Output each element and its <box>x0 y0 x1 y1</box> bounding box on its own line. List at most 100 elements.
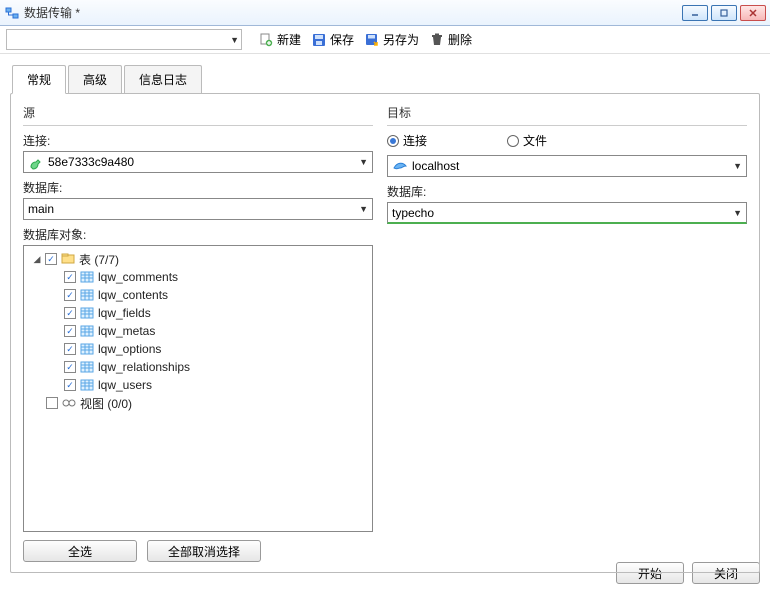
table-icon <box>79 269 95 285</box>
select-all-label: 全选 <box>68 543 92 560</box>
tree-node-table-label: lqw_relationships <box>98 360 190 374</box>
source-connection-value: 58e7333c9a480 <box>48 155 359 169</box>
source-database-select[interactable]: main ▼ <box>23 198 373 220</box>
target-connection-value: localhost <box>412 159 733 173</box>
radio-icon <box>387 135 399 147</box>
select-all-button[interactable]: 全选 <box>23 540 137 562</box>
tab-log-label: 信息日志 <box>139 73 187 87</box>
folder-icon <box>60 251 76 267</box>
target-database-label: 数据库: <box>387 183 747 200</box>
divider <box>387 125 747 126</box>
tree-node-table-label: lqw_fields <box>98 306 151 320</box>
radio-file-label: 文件 <box>523 132 547 149</box>
new-label: 新建 <box>277 31 301 48</box>
tab-log[interactable]: 信息日志 <box>124 65 202 94</box>
tree-node-table-label: lqw_users <box>98 378 152 392</box>
target-database-value: typecho <box>392 206 733 220</box>
tree-node-views-label: 视图 (0/0) <box>80 395 132 412</box>
source-database-label: 数据库: <box>23 179 373 196</box>
new-icon <box>258 32 274 48</box>
target-connection-select[interactable]: localhost ▼ <box>387 155 747 177</box>
source-objects-label: 数据库对象: <box>23 226 373 243</box>
tab-general[interactable]: 常规 <box>12 65 66 94</box>
maximize-button[interactable] <box>711 5 737 21</box>
radio-connection[interactable]: 连接 <box>387 132 427 149</box>
tree-node-table[interactable]: lqw_metas <box>28 322 368 340</box>
tree-node-views[interactable]: 视图 (0/0) <box>28 394 368 412</box>
source-title: 源 <box>23 104 373 121</box>
target-title: 目标 <box>387 104 747 121</box>
delete-label: 删除 <box>448 31 472 48</box>
expander-icon[interactable]: ◢ <box>32 254 42 264</box>
checkbox[interactable] <box>45 253 57 265</box>
deselect-all-label: 全部取消选择 <box>168 543 240 560</box>
saveas-icon <box>364 32 380 48</box>
views-icon <box>61 395 77 411</box>
tabs: 常规 高级 信息日志 <box>12 64 770 93</box>
divider <box>23 125 373 126</box>
tree-node-table-label: lqw_comments <box>98 270 178 284</box>
tree-node-tables-label: 表 (7/7) <box>79 251 119 268</box>
minimize-button[interactable] <box>682 5 708 21</box>
titlebar: 数据传输 * <box>0 0 770 26</box>
chevron-down-icon: ▼ <box>359 204 368 214</box>
checkbox[interactable] <box>64 289 76 301</box>
checkbox[interactable] <box>64 325 76 337</box>
source-connection-select[interactable]: 58e7333c9a480 ▼ <box>23 151 373 173</box>
tree-node-table[interactable]: lqw_contents <box>28 286 368 304</box>
tree-node-table-label: lqw_options <box>98 342 161 356</box>
table-icon <box>79 377 95 393</box>
tree-node-table[interactable]: lqw_options <box>28 340 368 358</box>
radio-file[interactable]: 文件 <box>507 132 547 149</box>
radio-icon <box>507 135 519 147</box>
toolbar: ▼ 新建 保存 另存为 删除 <box>0 26 770 54</box>
tree-node-table[interactable]: lqw_comments <box>28 268 368 286</box>
deselect-all-button[interactable]: 全部取消选择 <box>147 540 261 562</box>
tree-node-table[interactable]: lqw_relationships <box>28 358 368 376</box>
plug-icon <box>28 154 44 170</box>
checkbox[interactable] <box>64 343 76 355</box>
delete-button[interactable]: 删除 <box>425 29 476 51</box>
chevron-down-icon: ▼ <box>359 157 368 167</box>
tree-node-table[interactable]: lqw_fields <box>28 304 368 322</box>
source-group: 源 连接: 58e7333c9a480 ▼ 数据库: main ▼ 数据库对象:… <box>23 104 373 562</box>
tab-advanced-label: 高级 <box>83 73 107 87</box>
save-label: 保存 <box>330 31 354 48</box>
objects-tree[interactable]: ◢ 表 (7/7) lqw_comments lqw_contents lqw_fi… <box>23 245 373 532</box>
target-database-select[interactable]: typecho ▼ <box>387 202 747 224</box>
target-group: 目标 连接 文件 localhost ▼ 数据库: typecho ▼ <box>387 104 747 562</box>
tree-node-tables[interactable]: ◢ 表 (7/7) <box>28 250 368 268</box>
chevron-down-icon: ▼ <box>733 208 742 218</box>
tab-general-label: 常规 <box>27 73 51 87</box>
trash-icon <box>429 32 445 48</box>
window-title: 数据传输 * <box>24 4 682 21</box>
panel: 源 连接: 58e7333c9a480 ▼ 数据库: main ▼ 数据库对象:… <box>10 93 760 573</box>
table-icon <box>79 323 95 339</box>
checkbox[interactable] <box>64 361 76 373</box>
app-icon <box>4 5 20 21</box>
close-window-button[interactable] <box>740 5 766 21</box>
tree-node-table-label: lqw_metas <box>98 324 155 338</box>
tree-node-table[interactable]: lqw_users <box>28 376 368 394</box>
save-icon <box>311 32 327 48</box>
tab-advanced[interactable]: 高级 <box>68 65 122 94</box>
chevron-down-icon: ▼ <box>733 161 742 171</box>
save-button[interactable]: 保存 <box>307 29 358 51</box>
profile-select[interactable]: ▼ <box>6 29 242 50</box>
saveas-button[interactable]: 另存为 <box>360 29 423 51</box>
dolphin-icon <box>392 158 408 174</box>
new-button[interactable]: 新建 <box>254 29 305 51</box>
chevron-down-icon: ▼ <box>230 35 239 45</box>
table-icon <box>79 359 95 375</box>
table-icon <box>79 341 95 357</box>
checkbox[interactable] <box>64 379 76 391</box>
radio-connection-label: 连接 <box>403 132 427 149</box>
source-connection-label: 连接: <box>23 132 373 149</box>
source-database-value: main <box>28 202 359 216</box>
checkbox[interactable] <box>64 307 76 319</box>
tree-node-table-label: lqw_contents <box>98 288 168 302</box>
checkbox[interactable] <box>46 397 58 409</box>
table-icon <box>79 287 95 303</box>
saveas-label: 另存为 <box>383 31 419 48</box>
checkbox[interactable] <box>64 271 76 283</box>
